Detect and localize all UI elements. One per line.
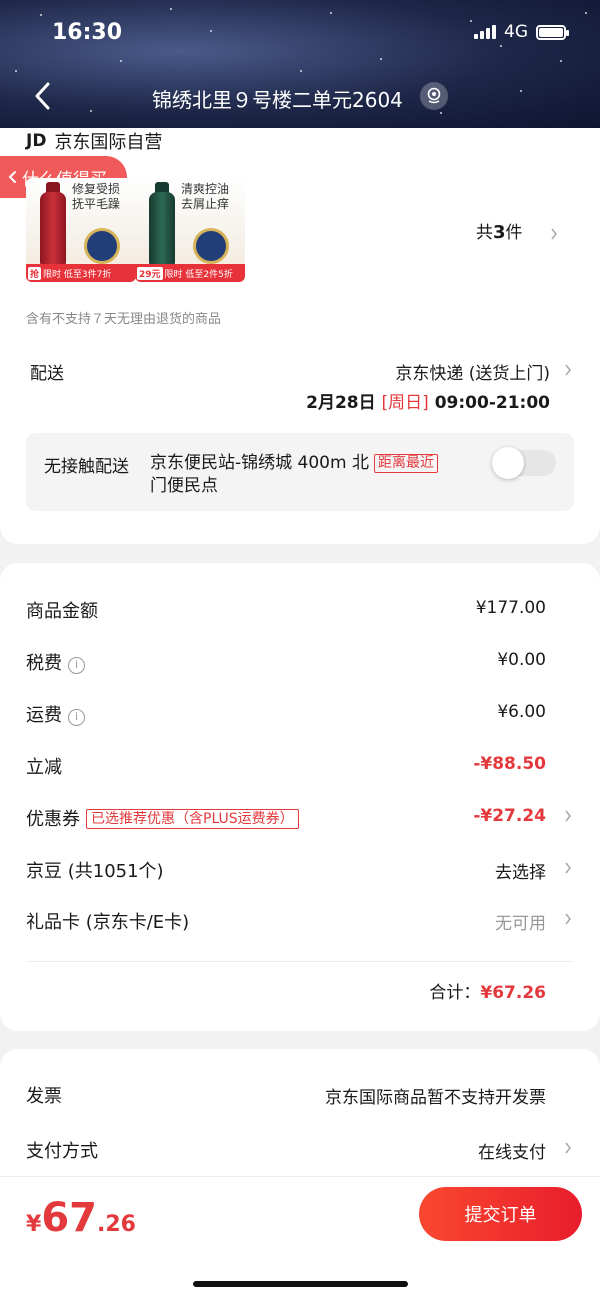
delivery-weekday: [周日] (381, 393, 429, 413)
invoice-label: 发票 (26, 1086, 62, 1107)
promo-badge: 29元 (137, 266, 163, 280)
item-count-prefix: 共 (476, 223, 493, 243)
submit-order-button[interactable]: 提交订单 (419, 1187, 582, 1241)
chevron-right-icon (565, 862, 572, 874)
delivery-time-range: 09:00-21:00 (434, 393, 550, 413)
tax-label: 税费 (26, 653, 62, 674)
jd-beans-label: 京豆 (共1051个) (26, 861, 164, 882)
goods-amount-value: ¥177.00 (475, 598, 546, 618)
delivery-time[interactable]: 2月28日 [周日] 09:00-21:00 (306, 388, 550, 413)
delivery-address-title[interactable]: 锦绣北里９号楼二单元2604 (152, 84, 403, 113)
chevron-right-icon (551, 228, 558, 240)
battery-icon (536, 24, 569, 40)
product-thumbnail[interactable]: 清爽控油 去屑止痒 29元 限时 低至2件5折 (135, 178, 245, 282)
delivery-date: 2月28日 (306, 393, 376, 413)
goods-amount-label: 商品金额 (26, 601, 98, 622)
status-time: 16:30 (52, 20, 123, 45)
pickup-station: 京东便民站-锦绣城 400m 北门便民点 (150, 453, 369, 496)
divider (26, 961, 574, 962)
promo-strip: 29元 限时 低至2件5折 (135, 264, 245, 282)
invoice-payment-card: 发票 京东国际商品暂不支持开发票 支付方式 在线支付 (0, 1049, 600, 1189)
coupon-tag: 已选推荐优惠（含PLUS运费券） (86, 809, 299, 829)
checkout-bar: ¥67.26 提交订单 (0, 1176, 600, 1299)
item-count-suffix: 件 (505, 223, 523, 243)
product-tagline-2: 抚平毛躁 (72, 197, 121, 211)
promo-text: 限时 低至3件7折 (43, 269, 112, 280)
payment-method-label: 支付方式 (26, 1141, 98, 1162)
subtotal: 合计：¥67.26 (429, 978, 546, 1003)
price-integer: 67 (41, 1195, 97, 1241)
promo-text: 限时 低至2件5折 (164, 269, 233, 280)
discount-value: -¥88.50 (473, 754, 546, 774)
shop-header: JD 京东国际自营 (26, 128, 162, 154)
coupon-row[interactable]: 优惠券 已选推荐优惠（含PLUS运费券） (26, 805, 299, 831)
info-icon[interactable]: i (68, 657, 85, 674)
item-count-number: 3 (493, 222, 506, 243)
discount-label: 立减 (26, 757, 62, 778)
location-button[interactable] (420, 82, 448, 110)
shipping-value: ¥6.00 (497, 702, 546, 722)
coupon-value[interactable]: -¥27.24 (473, 806, 546, 826)
location-pin-icon (427, 87, 441, 104)
jd-logo: JD (26, 131, 47, 151)
subtotal-value: ¥67.26 (480, 983, 546, 1003)
delivery-label: 配送 (30, 364, 64, 384)
chevron-left-icon (8, 171, 16, 183)
back-arrow-icon[interactable] (30, 80, 58, 112)
toggle-knob (492, 447, 524, 479)
jd-beans-value[interactable]: 去选择 (495, 858, 546, 883)
status-indicators: 4G (474, 22, 569, 42)
product-tagline-1: 修复受损 (72, 182, 121, 196)
gift-card-value[interactable]: 无可用 (495, 909, 546, 934)
info-icon[interactable]: i (68, 709, 85, 726)
subtotal-label: 合计： (429, 983, 481, 1003)
official-badge (193, 228, 229, 264)
price-summary-card: 商品金额 ¥177.00 税费 i ¥0.00 运费 i ¥6.00 立减 -¥88… (0, 563, 600, 1031)
product-tagline-2: 去屑止痒 (181, 197, 230, 211)
promo-badge: 抢 (28, 266, 42, 280)
tax-value: ¥0.00 (497, 650, 546, 670)
header: 16:30 4G 锦绣北里９号楼二单元2604 (0, 0, 600, 128)
invoice-value: 京东国际商品暂不支持开发票 (325, 1088, 546, 1108)
tax-row: 税费 i (26, 649, 85, 675)
chevron-right-icon (565, 913, 572, 925)
return-policy-notice: 含有不支持７天无理由退货的商品 (26, 312, 222, 327)
delivery-method[interactable]: 京东快递 (送货上门) (395, 359, 550, 384)
contactless-label: 无接触配送 (44, 457, 129, 477)
home-indicator[interactable] (193, 1281, 408, 1287)
price-decimal: .26 (96, 1212, 136, 1237)
shampoo-bottle-image (40, 192, 66, 268)
shipping-label: 运费 (26, 705, 62, 726)
currency-symbol: ¥ (26, 1212, 42, 1237)
shop-name: 京东国际自营 (54, 132, 163, 153)
item-count[interactable]: 共3件 (476, 218, 523, 243)
chevron-right-icon (565, 364, 572, 376)
official-badge (84, 228, 120, 264)
product-tagline-1: 清爽控油 (181, 182, 230, 196)
shipping-row: 运费 i (26, 701, 85, 727)
chevron-right-icon (565, 810, 572, 822)
payable-amount: ¥67.26 (26, 1195, 136, 1241)
product-thumbnail[interactable]: 修复受损 抚平毛躁 抢 限时 低至3件7折 (26, 178, 136, 282)
chevron-right-icon (565, 1142, 572, 1154)
promo-strip: 抢 限时 低至3件7折 (26, 264, 136, 282)
payment-method-value[interactable]: 在线支付 (478, 1138, 546, 1163)
nearest-tag: 距离最近 (374, 454, 438, 473)
contactless-toggle[interactable] (492, 447, 556, 479)
coupon-label: 优惠券 (26, 809, 80, 830)
gift-card-label: 礼品卡 (京东卡/E卡) (26, 912, 190, 933)
contactless-delivery-box: 无接触配送 京东便民站-锦绣城 400m 北门便民点 距离最近 (26, 433, 574, 511)
signal-icon (474, 25, 496, 39)
network-label: 4G (504, 22, 528, 42)
shampoo-bottle-image (149, 192, 175, 268)
